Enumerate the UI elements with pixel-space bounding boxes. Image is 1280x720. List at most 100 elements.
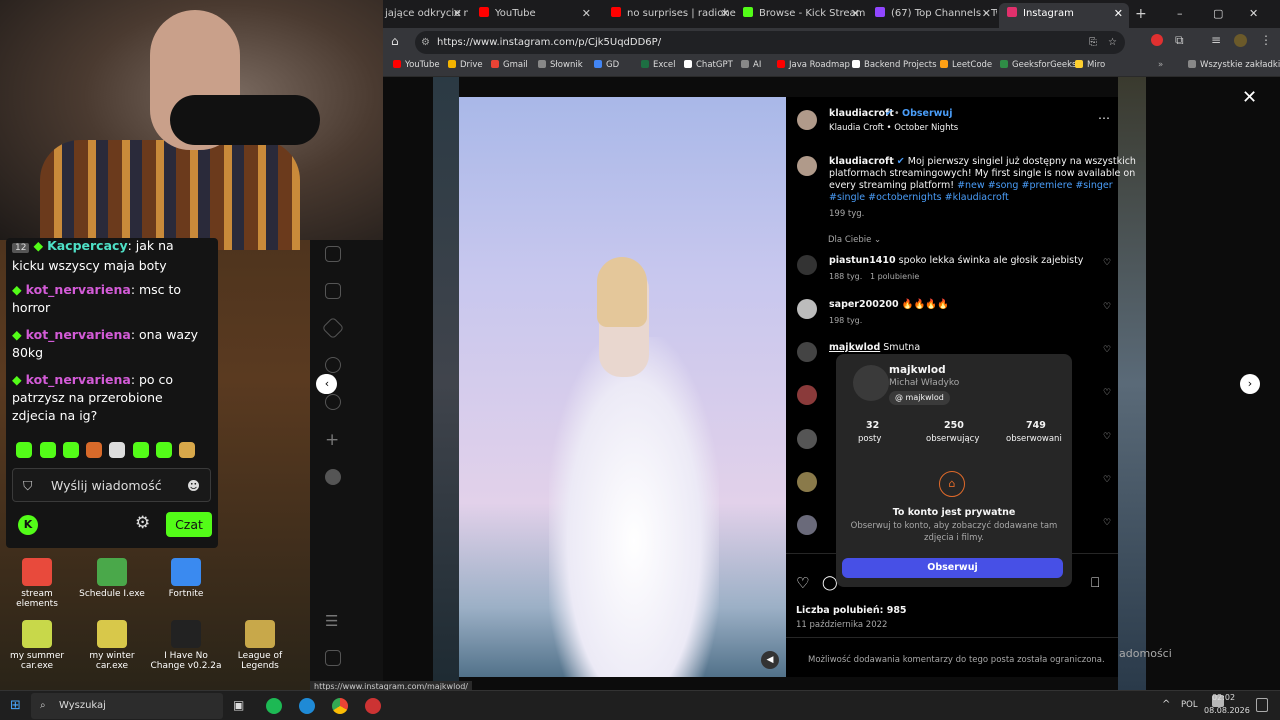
hashtags[interactable]: #new #song #premiere #singer [957, 180, 1113, 191]
like-comment-icon[interactable]: ♡ [1103, 388, 1111, 398]
close-tab-icon[interactable]: ✕ [1114, 3, 1123, 25]
close-tab-icon[interactable]: ✕ [851, 3, 860, 25]
start-icon[interactable]: ⊞ [10, 698, 21, 713]
sort-comments-dropdown[interactable]: Dla Ciebie ⌄ [828, 234, 881, 246]
stat-following-label[interactable]: obserwowani [1006, 433, 1062, 445]
more-options-icon[interactable]: ⋯ [1098, 112, 1110, 124]
bookmark-star-icon[interactable]: ☆ [1108, 31, 1117, 54]
gear-icon[interactable]: ⚙ [135, 513, 150, 533]
comment-avatar[interactable] [797, 385, 817, 405]
post-video[interactable]: ◀ [459, 97, 786, 677]
minimize-button[interactable]: – [1177, 7, 1183, 20]
send-chat-button[interactable]: Czat [166, 512, 212, 537]
tab[interactable]: YouTube ✕ [471, 3, 597, 28]
hover-follow-button[interactable]: Obserwuj [842, 558, 1063, 578]
like-comment-icon[interactable]: ♡ [1103, 475, 1111, 485]
extensions-puzzle-icon[interactable]: ⧉ [1175, 33, 1184, 48]
like-comment-icon[interactable]: ♡ [1103, 432, 1111, 442]
search-icon[interactable] [325, 357, 341, 373]
bookmark[interactable]: Miro [1075, 60, 1105, 70]
more-apps-icon[interactable] [325, 650, 341, 666]
spotify-icon[interactable] [266, 698, 282, 714]
close-tab-icon[interactable]: ✕ [721, 3, 730, 25]
address-bar[interactable]: ⚙ https://www.instagram.com/p/Cjk5UqdDD6… [415, 31, 1125, 54]
comment-avatar[interactable] [797, 429, 817, 449]
chat-username[interactable]: Kacpercacy [47, 238, 128, 253]
menu-icon[interactable]: ☰ [325, 613, 341, 629]
chat-username[interactable]: kot_nervariena [26, 327, 131, 342]
profile-avatar[interactable] [1234, 34, 1247, 47]
hashtags[interactable]: #single #octobernights #klaudiacroft [829, 192, 1009, 204]
app-icon[interactable] [365, 698, 381, 714]
tab[interactable]: (67) Top Channels - Twi ✕ [867, 3, 997, 28]
like-comment-icon[interactable]: ♡ [1103, 302, 1111, 312]
tab[interactable]: Browse - Kick Streaming✕ [735, 3, 866, 28]
tray-overflow-icon[interactable]: ^ [1162, 699, 1170, 710]
comment-avatar[interactable] [797, 342, 817, 362]
emote[interactable] [156, 442, 172, 458]
emote[interactable] [179, 442, 195, 458]
bookmark[interactable]: LeetCode [940, 60, 992, 70]
clock-time[interactable]: 02:02 [1212, 693, 1235, 702]
caption-username[interactable]: klaudiacroft [829, 156, 894, 167]
bookmark[interactable]: Excel [641, 60, 676, 70]
desktop-icon-my-winter-car[interactable]: my winter car.exe [76, 620, 148, 671]
bookmark[interactable]: Java Roadmap [777, 60, 850, 70]
emote[interactable] [16, 442, 32, 458]
task-view-icon[interactable]: ▣ [233, 698, 244, 712]
chrome-icon[interactable] [332, 698, 348, 714]
tab-search-icon[interactable]: ≡ [1211, 33, 1221, 47]
create-icon[interactable]: + [325, 432, 341, 449]
stat-followers-value[interactable]: 250 [944, 420, 964, 432]
bookmark[interactable]: Backend Projects [852, 60, 937, 70]
hover-avatar[interactable] [853, 365, 889, 401]
like-comment-icon[interactable]: ♡ [1103, 258, 1111, 268]
edge-icon[interactable] [299, 698, 315, 714]
stat-following-value[interactable]: 749 [1026, 420, 1046, 432]
close-tab-icon[interactable]: ✕ [453, 3, 462, 25]
chat-username[interactable]: kot_nervariena [26, 282, 131, 297]
desktop-icon-league-of-legends[interactable]: League of Legends [224, 620, 296, 671]
bookmark[interactable]: GD [594, 60, 619, 70]
maximize-button[interactable]: ▢ [1213, 7, 1223, 20]
close-tab-icon[interactable]: ✕ [982, 3, 991, 25]
site-info-icon[interactable]: ⚙ [421, 31, 430, 54]
close-window-button[interactable]: ✕ [1249, 7, 1258, 20]
desktop-icon-my-summer-car[interactable]: my summer car.exe [1, 620, 73, 671]
browser-menu-icon[interactable]: ⋮ [1260, 33, 1272, 47]
hover-username[interactable]: majkwlod [889, 364, 946, 376]
all-bookmarks[interactable]: Wszystkie zakładki [1188, 60, 1280, 70]
mute-icon[interactable]: ◀ [761, 651, 779, 669]
emote[interactable] [63, 442, 79, 458]
home-button[interactable]: ⌂ [391, 34, 399, 48]
language-indicator[interactable]: POL [1181, 700, 1198, 710]
bookmark[interactable]: Drive [448, 60, 483, 70]
likes-count[interactable]: Liczba polubień: 985 [796, 605, 907, 617]
like-comment-icon[interactable]: ♡ [1103, 518, 1111, 528]
threads-badge[interactable]: @ majkwlod [889, 391, 950, 405]
bookmark[interactable]: AI [741, 60, 761, 70]
desktop-icon-i-have-no-change[interactable]: I Have No Change v0.2.2a [150, 620, 222, 671]
notifications-icon[interactable] [1256, 698, 1268, 712]
like-post-icon[interactable]: ♡ [796, 576, 809, 591]
next-post-button[interactable]: › [1240, 374, 1260, 394]
emote[interactable] [109, 442, 125, 458]
close-modal-icon[interactable]: ✕ [1242, 87, 1257, 108]
bookmarks-overflow-icon[interactable]: » [1158, 60, 1163, 70]
bookmark[interactable]: ChatGPT [684, 60, 733, 70]
bookmark[interactable]: YouTube [393, 60, 440, 70]
emote[interactable] [40, 442, 56, 458]
tab[interactable]: jające odkrycie n ✕ [383, 3, 468, 28]
emote[interactable] [86, 442, 102, 458]
bookmark[interactable]: GeeksforGeeks [1000, 60, 1076, 70]
tab[interactable]: no surprises | radiohead✕ [603, 3, 736, 28]
caption-avatar[interactable] [797, 156, 817, 176]
prev-post-arrow-icon[interactable]: ‹ [317, 374, 337, 394]
comment-avatar[interactable] [797, 255, 817, 275]
bookmark[interactable]: Słownik [538, 60, 583, 70]
desktop-icon-stream-elements[interactable]: stream elements [1, 558, 73, 609]
bookmark[interactable]: Gmail [491, 60, 528, 70]
comment-avatar[interactable] [797, 299, 817, 319]
author-avatar[interactable] [797, 110, 817, 130]
stat-followers-label[interactable]: obserwujący [926, 433, 979, 445]
